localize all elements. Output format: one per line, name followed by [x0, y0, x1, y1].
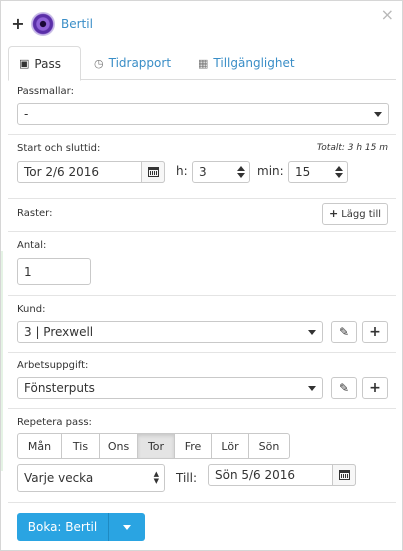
chevron-down-icon [374, 112, 382, 117]
spin-down-icon[interactable] [237, 173, 245, 178]
tab-pass[interactable]: ▣ Pass [8, 46, 81, 81]
until-date-value: Sön 5/6 2016 [215, 468, 296, 482]
minutes-value: 15 [295, 165, 311, 179]
divider [8, 134, 396, 135]
clock-icon: ◷ [94, 56, 104, 70]
edit-customer-button[interactable]: ✎ [331, 321, 357, 343]
tab-label: Pass [34, 56, 61, 71]
until-label: Till: [176, 471, 198, 485]
tab-label: Tillgänglighet [213, 56, 295, 70]
day-sun[interactable]: Sön [248, 433, 290, 459]
pencil-icon: ✎ [338, 325, 350, 339]
spin-down-icon[interactable] [335, 173, 343, 178]
day-label: Lör [221, 439, 239, 453]
hours-value: 3 [199, 165, 207, 179]
customer-select[interactable]: 3 | Prexwell [17, 321, 323, 343]
spin-up-icon[interactable] [335, 166, 343, 171]
count-value: 1 [24, 264, 32, 279]
day-thu[interactable]: Tor [137, 433, 175, 459]
task-value: Fönsterputs [24, 381, 95, 395]
calendar-button[interactable] [332, 464, 356, 486]
add-break-button[interactable]: + Lägg till [322, 203, 388, 225]
book-dropdown-toggle[interactable] [109, 513, 145, 541]
day-tue[interactable]: Tis [61, 433, 100, 459]
until-date-input[interactable]: Sön 5/6 2016 [208, 464, 356, 486]
panel-header: + Bertil [11, 9, 93, 39]
close-icon[interactable]: × [381, 5, 394, 24]
customer-label: Kund: [17, 304, 46, 315]
weekday-picker: Mån Tis Ons Tor Fre Lör Sön [17, 433, 290, 459]
chevron-down-icon [308, 386, 316, 391]
day-wed[interactable]: Ons [99, 433, 138, 459]
time-label: Start och sluttid: [17, 143, 101, 154]
customer-value: 3 | Prexwell [24, 325, 94, 339]
repeat-frequency-select[interactable]: Varje vecka ▲ ▼ [17, 464, 165, 492]
divider [8, 231, 396, 232]
tab-bar: ▣ Pass ◷ Tidrapport ▦ Tillgänglighet [8, 46, 396, 81]
add-break-label: Lägg till [341, 208, 382, 220]
minutes-stepper[interactable]: 15 [288, 161, 348, 183]
frequency-value: Varje vecka [24, 471, 94, 485]
tab-label: Tidrapport [108, 56, 172, 70]
chevron-down-icon [308, 330, 316, 335]
day-label: Mån [27, 439, 52, 453]
booking-panel: + Bertil × ▣ Pass ◷ Tidrapport ▦ Tillgän… [0, 0, 403, 551]
book-button-group: Boka: Bertil [17, 513, 145, 541]
day-mon[interactable]: Mån [17, 433, 62, 459]
book-button[interactable]: Boka: Bertil [17, 513, 109, 541]
count-input[interactable]: 1 [17, 258, 91, 285]
hours-label: h: [176, 164, 188, 178]
pencil-icon: ✎ [338, 381, 350, 395]
spin-up-icon[interactable] [237, 166, 245, 171]
day-label: Sön [258, 439, 280, 453]
divider [8, 295, 396, 296]
divider [8, 502, 396, 503]
breaks-label: Raster: [17, 208, 53, 219]
day-label: Fre [184, 439, 202, 453]
templates-value: - [24, 107, 29, 121]
divider [8, 408, 396, 409]
count-label: Antal: [17, 240, 47, 251]
day-label: Tis [72, 439, 89, 453]
hours-stepper[interactable]: 3 [192, 161, 250, 183]
total-time: Totalt: 3 h 15 m [316, 143, 388, 153]
tab-tidrapport[interactable]: ◷ Tidrapport [84, 46, 181, 80]
templates-label: Passmallar: [17, 86, 74, 97]
plus-icon[interactable]: + [11, 16, 25, 32]
background-edge [1, 251, 3, 471]
chevron-down-icon [123, 524, 131, 530]
calendar-icon [338, 470, 350, 480]
id-card-icon: ▣ [19, 57, 30, 70]
updown-icon: ▲ ▼ [153, 470, 159, 485]
day-label: Tor [147, 439, 165, 453]
calendar-button[interactable] [141, 161, 165, 183]
divider [8, 198, 396, 199]
calendar-icon: ▦ [198, 56, 209, 70]
avatar [31, 12, 55, 36]
day-fri[interactable]: Fre [174, 433, 212, 459]
calendar-icon [147, 167, 159, 177]
add-task-button[interactable]: + [362, 377, 388, 399]
divider [8, 352, 396, 353]
task-label: Arbetsuppgift: [17, 360, 89, 371]
book-label: Boka: Bertil [27, 520, 98, 534]
add-customer-button[interactable]: + [362, 321, 388, 343]
repeat-label: Repetera pass: [17, 417, 92, 428]
templates-select[interactable]: - [17, 103, 389, 125]
edit-task-button[interactable]: ✎ [331, 377, 357, 399]
day-label: Ons [107, 439, 130, 453]
start-date-input[interactable]: Tor 2/6 2016 [17, 161, 165, 183]
minutes-label: min: [257, 164, 284, 178]
start-date-value: Tor 2/6 2016 [24, 165, 100, 179]
day-sat[interactable]: Lör [211, 433, 249, 459]
plus-icon: + [369, 380, 381, 396]
user-name-link[interactable]: Bertil [61, 17, 93, 31]
tab-tillganglighet[interactable]: ▦ Tillgänglighet [188, 46, 305, 80]
plus-icon: + [328, 207, 339, 220]
task-select[interactable]: Fönsterputs [17, 377, 323, 399]
plus-icon: + [369, 324, 381, 340]
